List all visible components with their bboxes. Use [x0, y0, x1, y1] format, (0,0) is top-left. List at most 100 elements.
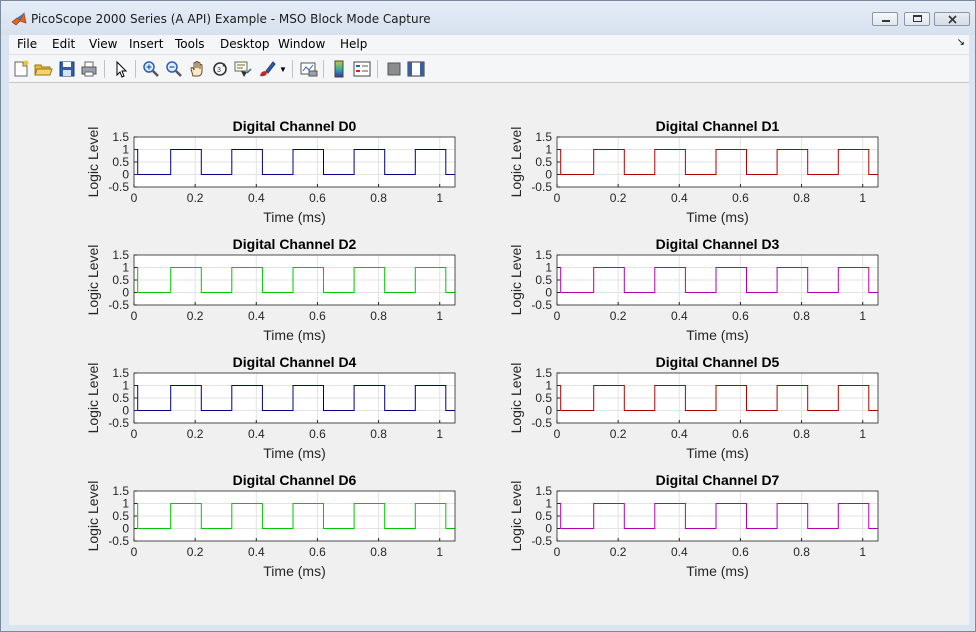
toolbar-separator	[377, 60, 378, 78]
x-tick-label: 0.6	[309, 191, 326, 205]
figure-canvas[interactable]: 0 0.2 0.4 0.6 0.8 1 1.5 1 0.5 0 -0.5 Digital Channe…	[9, 83, 969, 625]
menu-edit[interactable]: Edit	[52, 37, 75, 51]
x-tick-label: 1	[859, 545, 866, 559]
x-axis-label: Time (ms)	[686, 563, 748, 579]
x-tick-label: 0.2	[610, 545, 627, 559]
x-axis-label: Time (ms)	[263, 327, 325, 343]
y-tick-label: -0.5	[108, 416, 129, 430]
restore-icon	[913, 15, 922, 22]
x-tick-label: 0	[131, 309, 138, 323]
x-tick-label: 0	[131, 191, 138, 205]
menu-insert[interactable]: Insert	[129, 37, 163, 51]
x-tick-label: 0.2	[187, 309, 204, 323]
y-tick-label: -0.5	[531, 534, 552, 548]
x-tick-label: 0.4	[671, 309, 688, 323]
subplot-5: 0 0.2 0.4 0.6 0.8 11.510.50-0.5Digital Channe…	[508, 354, 879, 461]
x-tick-label: 0.6	[732, 191, 749, 205]
x-axis-label: Time (ms)	[263, 209, 325, 225]
x-tick-label: 0	[131, 427, 138, 441]
x-tick-label: 0.8	[370, 309, 387, 323]
menu-bar: File Edit View Insert Tools Desktop Wind…	[9, 35, 969, 55]
y-axis-label: Logic Level	[508, 127, 524, 198]
x-tick-label: 0.6	[309, 545, 326, 559]
rotate-3d-icon[interactable]: 3	[210, 59, 230, 79]
x-tick-label: 0.4	[671, 545, 688, 559]
subplot-7: 0 0.2 0.4 0.6 0.8 11.510.50-0.5Digital Channe…	[508, 472, 879, 579]
subplot-title: Digital Channel D4	[233, 354, 357, 370]
toolbar-separator	[323, 60, 324, 78]
x-tick-label: 0.4	[248, 427, 265, 441]
save-icon[interactable]	[57, 59, 77, 79]
dock-arrow-icon[interactable]: ↘	[957, 37, 965, 48]
subplot-title: Digital Channel D7	[656, 472, 780, 488]
close-icon	[948, 15, 957, 24]
x-axis-label: Time (ms)	[686, 327, 748, 343]
x-tick-label: 1	[436, 191, 443, 205]
x-tick-label: 0.4	[248, 545, 265, 559]
brush-dropdown-icon[interactable]: ▼	[279, 65, 287, 74]
subplot-4: 0 0.2 0.4 0.6 0.8 11.510.50-0.5Digital Channe…	[85, 354, 456, 461]
print-icon[interactable]	[79, 59, 99, 79]
x-tick-label: 1	[859, 191, 866, 205]
x-tick-label: 0.2	[610, 427, 627, 441]
x-tick-label: 0.6	[732, 427, 749, 441]
x-tick-label: 0	[554, 309, 561, 323]
subplot-0: 0 0.2 0.4 0.6 0.8 11.510.50-0.5Digital Channe…	[85, 118, 456, 225]
x-tick-label: 0.8	[793, 191, 810, 205]
y-axis-label: Logic Level	[85, 127, 101, 198]
x-tick-label: 0.2	[187, 545, 204, 559]
x-tick-label: 0.8	[370, 427, 387, 441]
x-tick-label: 0.4	[248, 309, 265, 323]
brush-icon[interactable]	[257, 59, 277, 79]
menu-help[interactable]: Help	[340, 37, 367, 51]
menu-desktop[interactable]: Desktop	[220, 37, 270, 51]
hide-plot-tools-icon[interactable]	[384, 59, 404, 79]
maximize-button[interactable]	[904, 12, 930, 26]
x-tick-label: 1	[859, 309, 866, 323]
figure-window: PicoScope 2000 Series (A API) Example - …	[0, 0, 976, 632]
y-axis-label: Logic Level	[85, 481, 101, 552]
subplot-title: Digital Channel D2	[233, 236, 357, 252]
link-plot-icon[interactable]	[299, 59, 319, 79]
toolbar-separator	[292, 60, 293, 78]
menu-window[interactable]: Window	[278, 37, 325, 51]
insert-colorbar-icon[interactable]	[329, 59, 349, 79]
new-figure-icon[interactable]	[11, 59, 31, 79]
x-tick-label: 0.6	[309, 309, 326, 323]
y-axis-label: Logic Level	[85, 245, 101, 316]
x-tick-label: 0.2	[187, 427, 204, 441]
show-plot-tools-icon[interactable]	[406, 59, 426, 79]
x-tick-label: 0.2	[187, 191, 204, 205]
y-tick-label: -0.5	[531, 298, 552, 312]
close-button[interactable]	[934, 12, 970, 26]
title-bar[interactable]: PicoScope 2000 Series (A API) Example - …	[1, 1, 975, 35]
x-tick-label: 0.8	[793, 545, 810, 559]
x-tick-label: 0.8	[793, 309, 810, 323]
subplot-title: Digital Channel D1	[656, 118, 780, 134]
x-tick-label: 0.2	[610, 191, 627, 205]
toolbar-separator	[135, 60, 136, 78]
pan-hand-icon[interactable]	[187, 59, 207, 79]
minimize-button[interactable]	[872, 12, 898, 26]
subplot-title: Digital Channel D6	[233, 472, 357, 488]
y-tick-label: -0.5	[108, 534, 129, 548]
matlab-logo-icon	[11, 12, 27, 26]
subplot-1: 0 0.2 0.4 0.6 0.8 11.510.50-0.5Digital Channe…	[508, 118, 879, 225]
subplot-title: Digital Channel D5	[656, 354, 780, 370]
insert-legend-icon[interactable]	[352, 59, 372, 79]
x-tick-label: 0.6	[732, 309, 749, 323]
figure-toolbar: 3 ▼	[9, 55, 969, 83]
open-file-icon[interactable]	[33, 59, 53, 79]
data-cursor-icon[interactable]	[233, 59, 253, 79]
zoom-out-icon[interactable]	[164, 59, 184, 79]
x-tick-label: 1	[436, 427, 443, 441]
subplot-title: Digital Channel D0	[233, 118, 357, 134]
menu-file[interactable]: File	[17, 37, 37, 51]
menu-view[interactable]: View	[89, 37, 117, 51]
y-axis-label: Logic Level	[508, 481, 524, 552]
y-tick-label: -0.5	[108, 180, 129, 194]
zoom-in-icon[interactable]	[141, 59, 161, 79]
select-arrow-icon[interactable]	[111, 59, 131, 79]
x-tick-label: 0	[131, 545, 138, 559]
menu-tools[interactable]: Tools	[175, 37, 205, 51]
